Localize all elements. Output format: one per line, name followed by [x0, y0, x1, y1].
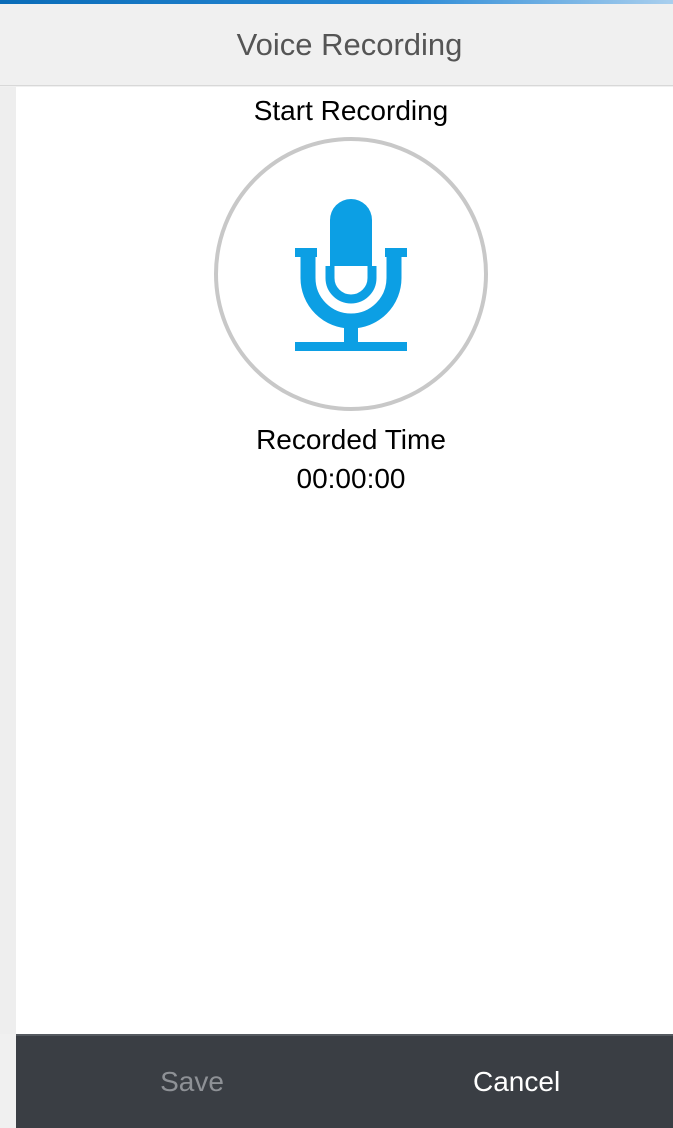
save-button[interactable]: Save — [16, 1036, 368, 1128]
title-bar: Voice Recording — [0, 4, 673, 86]
left-edge-strip — [0, 87, 16, 1034]
voice-recording-screen: Voice Recording Start Recording Recorded… — [0, 0, 673, 1128]
record-button[interactable] — [214, 137, 488, 411]
microphone-icon — [295, 199, 407, 351]
cancel-button[interactable]: Cancel — [368, 1036, 673, 1128]
start-recording-label: Start Recording — [253, 95, 449, 126]
action-bar: Save Cancel — [16, 1034, 673, 1128]
recorder-panel: Start Recording Recorded Time 00:00:00 — [16, 87, 673, 1034]
recorded-time-value: 00:00:00 — [296, 463, 406, 494]
recorded-time-label: Recorded Time — [256, 424, 446, 455]
page-title: Voice Recording — [236, 26, 463, 62]
